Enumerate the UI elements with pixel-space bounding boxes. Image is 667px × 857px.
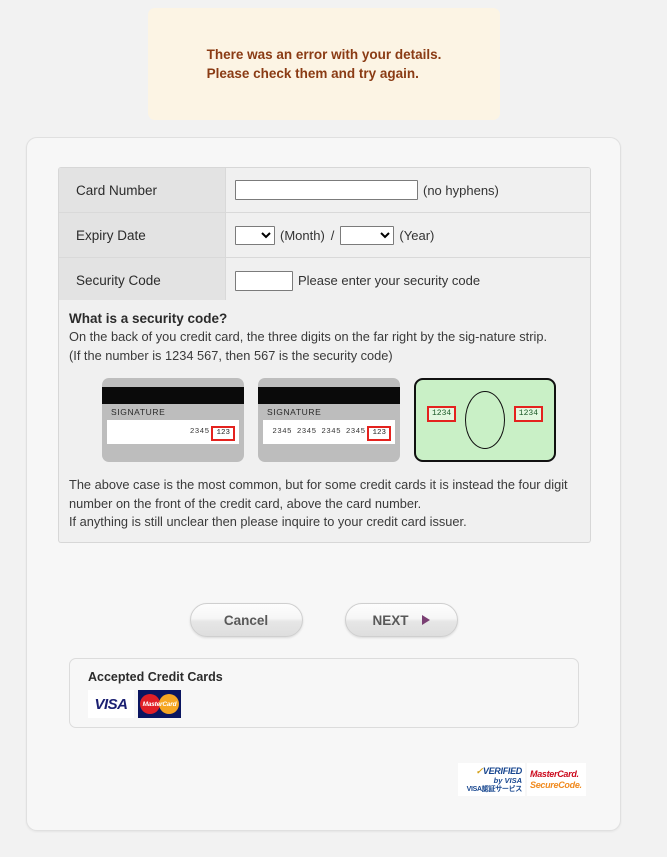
info-footer: The above case is the most common, but f… — [69, 476, 580, 532]
verified-by-visa-badge: ✓VERIFIED by VISA VISA認証サービス — [458, 763, 525, 796]
security-code-label: Security Code — [59, 258, 226, 303]
action-buttons: Cancel NEXT — [27, 603, 620, 637]
info-paragraph-4: If anything is still unclear then please… — [69, 514, 467, 529]
error-line-2: Please check them and try again. — [206, 66, 419, 81]
visa-logo-text: VISA — [94, 695, 128, 713]
card-number-hint: (no hyphens) — [423, 182, 499, 198]
signature-label-2: SIGNATURE — [267, 407, 322, 417]
check-icon: ✓ — [475, 765, 484, 776]
mastercard-securecode-badge: MasterCard. SecureCode. — [527, 763, 586, 796]
security-code-field-wrap: Please enter your security code — [226, 258, 590, 303]
info-paragraph-1: On the back of you credit card, the thre… — [69, 329, 548, 344]
expiry-month-hint: (Month) — [280, 227, 325, 243]
front-code-right: 1234 — [513, 406, 543, 422]
form-row-card-number: Card Number (no hyphens) — [59, 168, 590, 213]
info-paragraph-3: The above case is the most common, but f… — [69, 477, 568, 511]
expiry-year-hint: (Year) — [399, 227, 435, 243]
error-line-1: There was an error with your details. — [206, 47, 442, 62]
card-number-label: Card Number — [59, 168, 226, 212]
expiry-month-select[interactable] — [235, 225, 275, 245]
card-digits-2: 2345 2345 2345 2345 — [272, 428, 366, 436]
next-button[interactable]: NEXT — [344, 603, 458, 637]
arrow-right-icon — [421, 615, 430, 625]
error-message: There was an error with your details. Pl… — [207, 45, 442, 83]
expiry-date-label: Expiry Date — [59, 213, 226, 257]
info-paragraph-2: (If the number is 1234 567, then 567 is … — [69, 347, 393, 363]
card-number-field-wrap: (no hyphens) — [226, 168, 590, 212]
form-row-security-code: Security Code Please enter your security… — [59, 258, 590, 303]
error-banner: There was an error with your details. Pl… — [148, 8, 500, 120]
card-front-illustration: 1234 1234 — [414, 378, 556, 462]
card-details-form: Card Number (no hyphens) Expiry Date (Mo… — [58, 167, 591, 304]
card-digits-1: 2345 — [189, 428, 210, 436]
expiry-year-select[interactable] — [340, 225, 395, 245]
signature-strip-2: 2345 2345 2345 2345 123 — [263, 420, 395, 444]
form-row-expiry-date: Expiry Date (Month) / (Year) — [59, 213, 590, 258]
card-illustrations: SIGNATURE 2345 123 SIGNATURE 2345 2345 2… — [102, 378, 580, 462]
accepted-cards-box: Accepted Credit Cards VISA MasterCard — [69, 658, 579, 728]
security-code-hint: Please enter your security code — [298, 273, 481, 288]
card-oval-icon — [465, 391, 505, 449]
signature-label-1: SIGNATURE — [111, 407, 166, 417]
main-panel: Card Number (no hyphens) Expiry Date (Mo… — [26, 137, 621, 831]
vbv-line-1: ✓VERIFIED — [475, 765, 523, 776]
card-front-inner: 1234 1234 — [416, 380, 554, 460]
visa-logo-icon: VISA — [88, 690, 134, 718]
front-code-left: 1234 — [427, 406, 457, 422]
magnetic-stripe-icon — [258, 387, 400, 404]
security-code-info: What is a security code? On the back of … — [58, 300, 591, 543]
accepted-cards-title: Accepted Credit Cards — [88, 670, 223, 684]
card-back-illustration-1: SIGNATURE 2345 123 — [102, 378, 244, 462]
cancel-button-label: Cancel — [223, 612, 269, 628]
accepted-cards-logos: VISA MasterCard — [88, 690, 578, 718]
info-heading: What is a security code? — [69, 311, 228, 326]
mastercard-logo-icon: MasterCard — [138, 690, 181, 718]
vbv-verified-text: VERIFIED — [482, 765, 522, 776]
card-number-input[interactable] — [235, 180, 418, 200]
securecode-line-1: MasterCard. — [530, 768, 579, 779]
expiry-separator: / — [330, 227, 335, 243]
expiry-date-field-wrap: (Month) / (Year) — [226, 213, 590, 257]
next-button-label: NEXT — [372, 612, 409, 628]
payment-page: There was an error with your details. Pl… — [0, 0, 667, 857]
verification-badges: ✓VERIFIED by VISA VISA認証サービス MasterCard.… — [458, 763, 586, 796]
magnetic-stripe-icon — [102, 387, 244, 404]
security-code-input[interactable] — [235, 270, 293, 291]
vbv-line-3: VISA認証サービス — [466, 785, 523, 793]
mastercard-logo-text: MasterCard — [142, 700, 177, 708]
card-back-illustration-2: SIGNATURE 2345 2345 2345 2345 123 — [258, 378, 400, 462]
signature-strip-1: 2345 123 — [107, 420, 239, 444]
cancel-button[interactable]: Cancel — [189, 603, 303, 637]
vbv-line-2: by VISA — [493, 775, 522, 785]
cvv-highlight-1: 123 — [211, 425, 235, 441]
securecode-line-2: SecureCode. — [530, 779, 582, 790]
cvv-highlight-2: 123 — [367, 425, 391, 441]
